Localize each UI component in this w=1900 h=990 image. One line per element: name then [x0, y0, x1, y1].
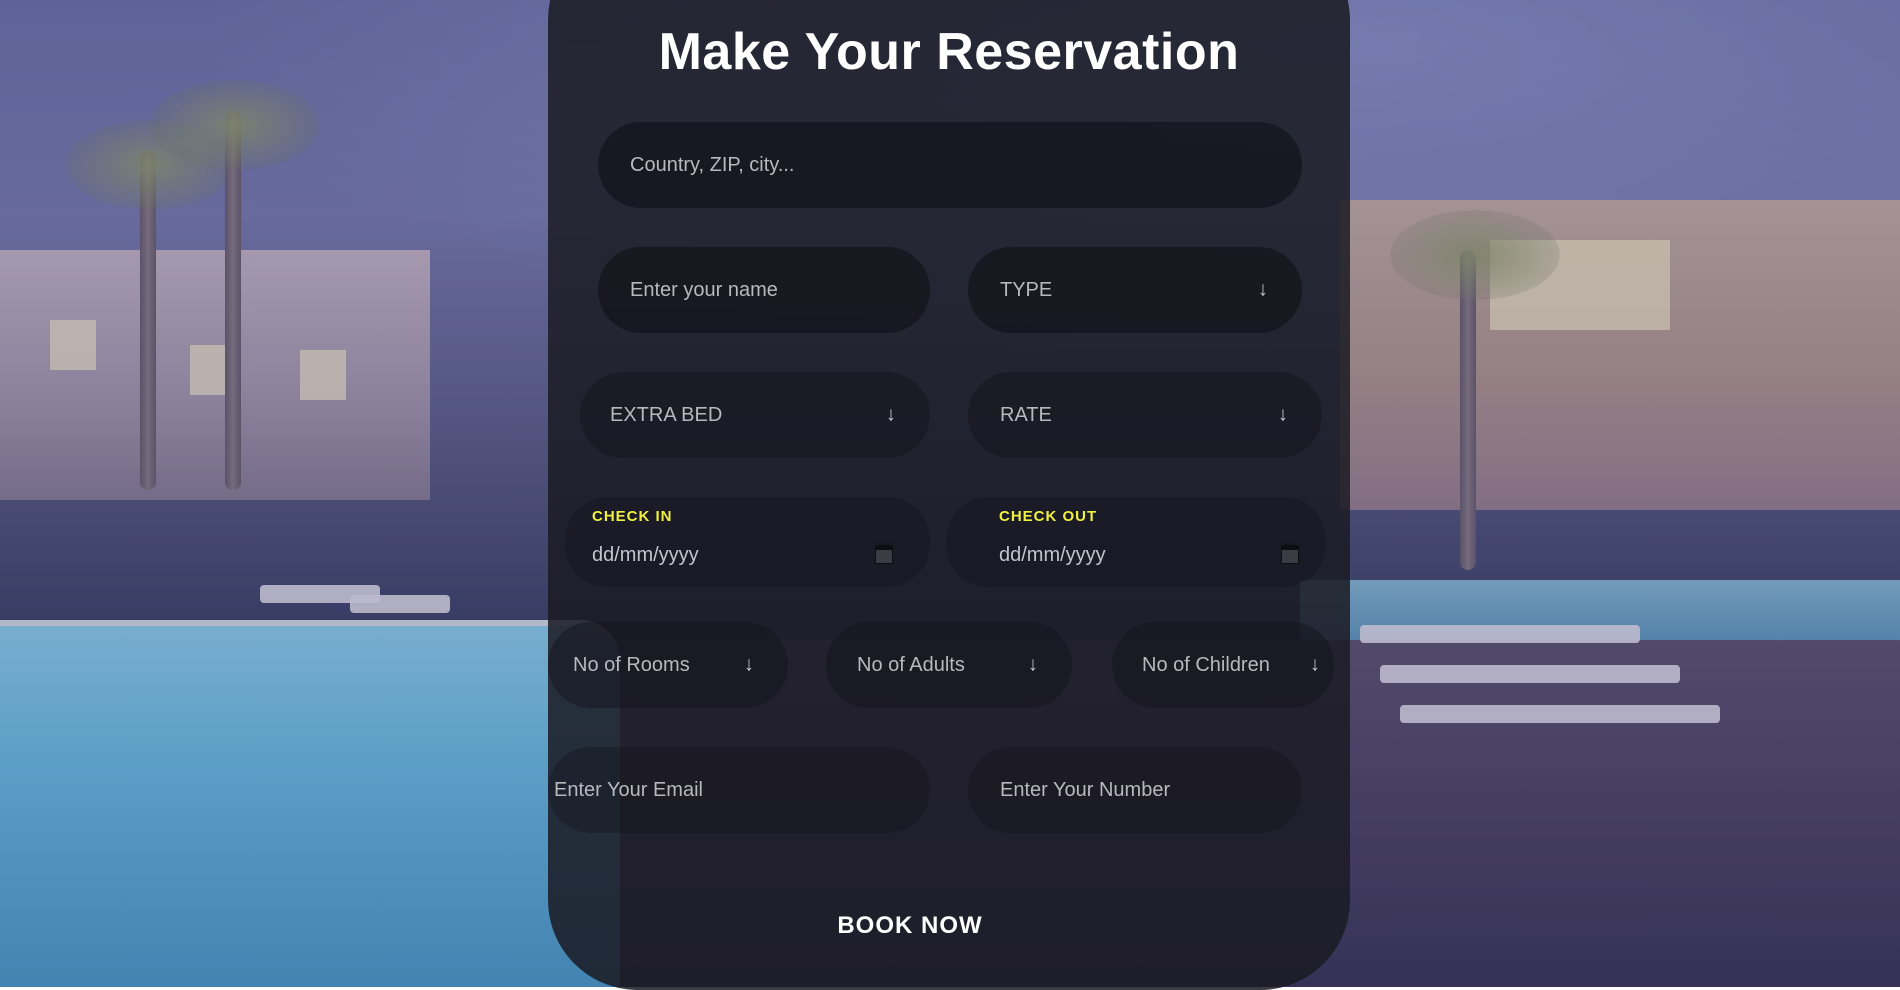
page-title: Make Your Reservation	[658, 23, 1240, 81]
book-now-button[interactable]: BOOK NOW	[790, 906, 1030, 946]
number-input[interactable]: Enter Your Number	[968, 747, 1302, 833]
email-input[interactable]: Enter Your Email	[548, 747, 930, 833]
arrow-down-icon: ↓	[1278, 403, 1288, 426]
location-placeholder: Country, ZIP, city...	[630, 153, 795, 176]
type-select[interactable]: TYPE ↓	[968, 247, 1302, 333]
calendar-icon[interactable]	[1281, 543, 1299, 564]
name-placeholder: Enter your name	[630, 278, 778, 301]
arrow-down-icon: ↓	[1258, 278, 1268, 301]
extra-bed-label: EXTRA BED	[610, 403, 723, 426]
number-placeholder: Enter Your Number	[1000, 778, 1171, 801]
name-input[interactable]: Enter your name	[598, 247, 930, 333]
check-out-input[interactable]: dd/mm/yyyy	[999, 544, 1106, 567]
extra-bed-select[interactable]: EXTRA BED ↓	[580, 372, 930, 458]
children-select[interactable]: No of Children ↓	[1112, 622, 1334, 708]
arrow-down-icon: ↓	[1028, 653, 1038, 676]
rate-select[interactable]: RATE ↓	[968, 372, 1322, 458]
type-label: TYPE	[1000, 278, 1053, 301]
rooms-select[interactable]: No of Rooms ↓	[548, 622, 788, 708]
adults-select[interactable]: No of Adults ↓	[826, 622, 1072, 708]
adults-label: No of Adults	[857, 653, 965, 676]
children-label: No of Children	[1142, 653, 1270, 676]
email-placeholder: Enter Your Email	[554, 778, 703, 801]
arrow-down-icon: ↓	[886, 403, 896, 426]
rooms-label: No of Rooms	[573, 653, 690, 676]
arrow-down-icon: ↓	[744, 653, 754, 676]
check-in-input[interactable]: dd/mm/yyyy	[592, 544, 699, 567]
check-out-label: CHECK OUT	[999, 508, 1098, 525]
calendar-icon[interactable]	[875, 543, 893, 564]
arrow-down-icon: ↓	[1310, 653, 1320, 676]
location-input[interactable]: Country, ZIP, city...	[598, 122, 1302, 208]
check-in-label: CHECK IN	[592, 508, 673, 525]
rate-label: RATE	[1000, 403, 1052, 426]
